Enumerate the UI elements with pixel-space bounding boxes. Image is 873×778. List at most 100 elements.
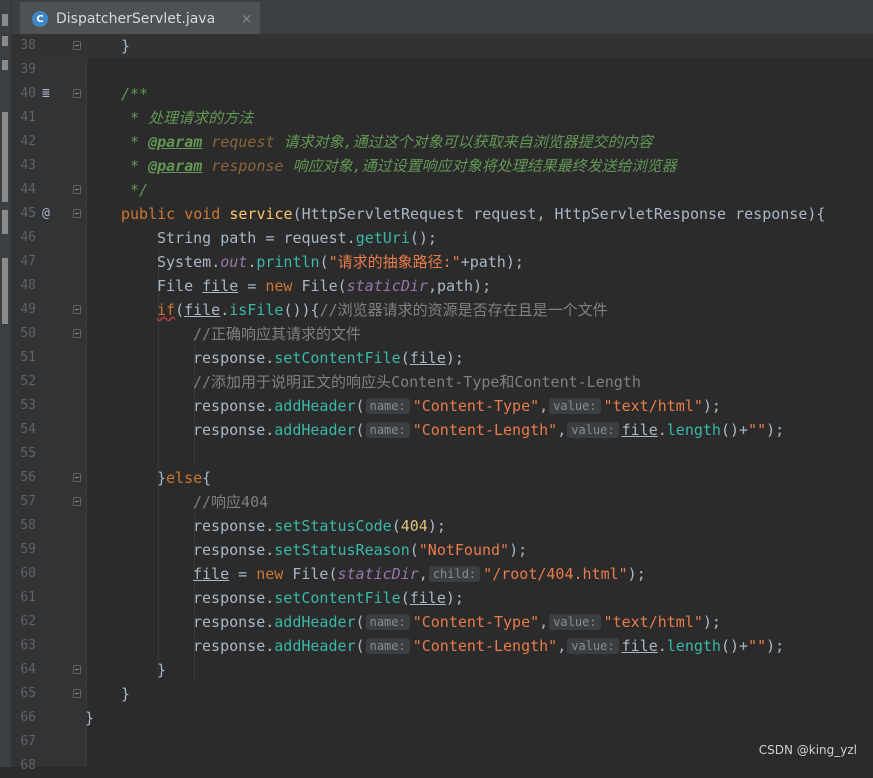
doc-param-name: request <box>211 133 275 151</box>
keyword: new <box>256 565 284 583</box>
fold-icon[interactable] <box>73 305 81 314</box>
brace: } <box>157 661 167 679</box>
method-call: addHeader <box>274 613 356 631</box>
code-line[interactable]: 64} <box>12 658 873 682</box>
code-line[interactable]: 45 @ public void service(HttpServletReques… <box>12 202 873 226</box>
doc-star: * <box>121 157 149 175</box>
variable: file <box>409 589 446 607</box>
line-number: 47 <box>20 254 36 269</box>
keyword: if <box>157 301 176 319</box>
code-line[interactable]: 52 //添加用于说明正文的响应头Content-Type和Content-Len… <box>12 370 873 394</box>
code-line[interactable]: 50 //正确响应其请求的文件 <box>12 322 873 346</box>
code-line[interactable]: 67 <box>12 730 873 754</box>
code-line[interactable]: 66} <box>12 706 873 730</box>
code-line[interactable]: 48 File file = new File(staticDir,path); <box>12 274 873 298</box>
doc-text: 请求对象,通过这个对象可以获取来自浏览器提交的内容 <box>283 133 653 151</box>
comment: //添加用于说明正文的响应头Content-Type和Content-Lengt… <box>193 373 641 391</box>
code-line[interactable]: 58 response.setStatusCode(404); <box>12 514 873 538</box>
code-line[interactable]: 54 response.addHeader(name: "Content-Lengt… <box>12 418 873 442</box>
code-line[interactable]: 42 * @param request 请求对象,通过这个对象可以获取来自浏览器… <box>12 130 873 154</box>
tab-title: DispatcherServlet.java <box>56 11 216 27</box>
code-line[interactable]: 49 if(file.isFile()){//浏览器请求的资源是否存在且是一个文件 <box>12 298 873 322</box>
code-line[interactable]: 53 response.addHeader(name: "Content-Type"… <box>12 394 873 418</box>
line-number: 53 <box>20 398 36 413</box>
code-line[interactable]: 60 file = new File(staticDir, child: "/root… <box>12 562 873 586</box>
keyword: else <box>166 469 203 487</box>
code-line[interactable]: 68 <box>12 754 873 778</box>
line-number: 56 <box>20 470 36 485</box>
string-literal: "Content-Length" <box>412 421 558 439</box>
tool-window-mark[interactable] <box>2 112 8 202</box>
doc-tag: @param <box>148 133 203 151</box>
line-number: 66 <box>20 710 36 725</box>
code-line[interactable]: 57 //响应404 <box>12 490 873 514</box>
line-number: 38 <box>20 38 36 53</box>
string-literal: "请求的抽象路径:" <box>328 253 461 271</box>
fold-icon[interactable] <box>73 689 81 698</box>
variable: file <box>409 349 446 367</box>
code-line[interactable]: 39 <box>12 58 873 82</box>
line-number: 62 <box>20 614 36 629</box>
code-line[interactable]: 38} <box>12 34 873 58</box>
code-line[interactable]: 59 response.setStatusReason("NotFound"); <box>12 538 873 562</box>
code-line[interactable]: 62 response.addHeader(name: "Content-Type"… <box>12 610 873 634</box>
parameter-hint: value: <box>549 398 601 414</box>
method-call: println <box>256 253 320 271</box>
fold-icon[interactable] <box>73 41 81 50</box>
tool-window-mark[interactable] <box>2 258 8 324</box>
code-line[interactable]: 43 * @param response 响应对象,通过设置响应对象将处理结果最… <box>12 154 873 178</box>
variable: response <box>193 637 266 655</box>
code-line[interactable]: 44 */ <box>12 178 873 202</box>
variable: file <box>621 637 658 655</box>
fold-icon[interactable] <box>73 185 81 194</box>
parameter-hint: child: <box>428 566 481 582</box>
code-line[interactable]: 40 ≣ /** <box>12 82 873 106</box>
line-number: 40 <box>20 86 36 101</box>
code-line[interactable]: 61 response.setContentFile(file); <box>12 586 873 610</box>
code-line[interactable]: 41 * 处理请求的方法 <box>12 106 873 130</box>
tool-window-mark[interactable] <box>2 210 8 234</box>
type-name: HttpServletRequest <box>301 205 465 223</box>
fold-icon[interactable] <box>73 665 81 674</box>
fold-icon[interactable] <box>73 329 81 338</box>
parameter-hint: name: <box>365 422 410 438</box>
fold-icon[interactable] <box>73 497 81 506</box>
variable: file <box>193 565 230 583</box>
close-icon[interactable]: × <box>241 12 252 27</box>
variable: response <box>193 517 266 535</box>
line-number: 59 <box>20 542 36 557</box>
code-text: */ <box>121 181 149 199</box>
method-call: addHeader <box>274 397 356 415</box>
tool-window-mark[interactable] <box>2 36 8 46</box>
fold-icon[interactable] <box>73 209 81 218</box>
tool-window-mark[interactable] <box>2 14 8 26</box>
string-literal: "/root/404.html" <box>483 565 628 583</box>
fold-icon[interactable] <box>73 89 81 98</box>
method-call: setStatusReason <box>274 541 410 559</box>
line-number: 58 <box>20 518 36 533</box>
method-call: length <box>666 637 721 655</box>
line-number: 61 <box>20 590 36 605</box>
doc-star: * <box>121 133 149 151</box>
string-literal: "" <box>748 421 767 439</box>
code-line[interactable]: 55 <box>12 442 873 466</box>
code-line[interactable]: 56}else{ <box>12 466 873 490</box>
line-number: 67 <box>20 734 36 749</box>
doc-render-icon[interactable]: ≣ <box>42 82 50 106</box>
code-line[interactable]: 65} <box>12 682 873 706</box>
left-tool-strip[interactable] <box>0 0 12 767</box>
code-line[interactable]: 51 response.setContentFile(file); <box>12 346 873 370</box>
watermark: CSDN @king_yzl <box>758 743 857 757</box>
fold-icon[interactable] <box>73 473 81 482</box>
keyword: public <box>121 205 176 223</box>
override-icon[interactable]: @ <box>42 202 50 226</box>
tool-window-mark[interactable] <box>2 60 8 70</box>
code-line[interactable]: 46 String path = request.getUri(); <box>12 226 873 250</box>
line-number: 52 <box>20 374 36 389</box>
code-editor[interactable]: 38} 39 40 ≣ /** 41 * 处理请求的方法 42 * @param r… <box>12 34 873 778</box>
code-line[interactable]: 47 System.out.println("请求的抽象路径:"+path); <box>12 250 873 274</box>
code-line[interactable]: 63 response.addHeader(name: "Content-Lengt… <box>12 634 873 658</box>
variable: path <box>220 229 257 247</box>
param-name: response <box>735 205 808 223</box>
type-name: HttpServletResponse <box>554 205 727 223</box>
